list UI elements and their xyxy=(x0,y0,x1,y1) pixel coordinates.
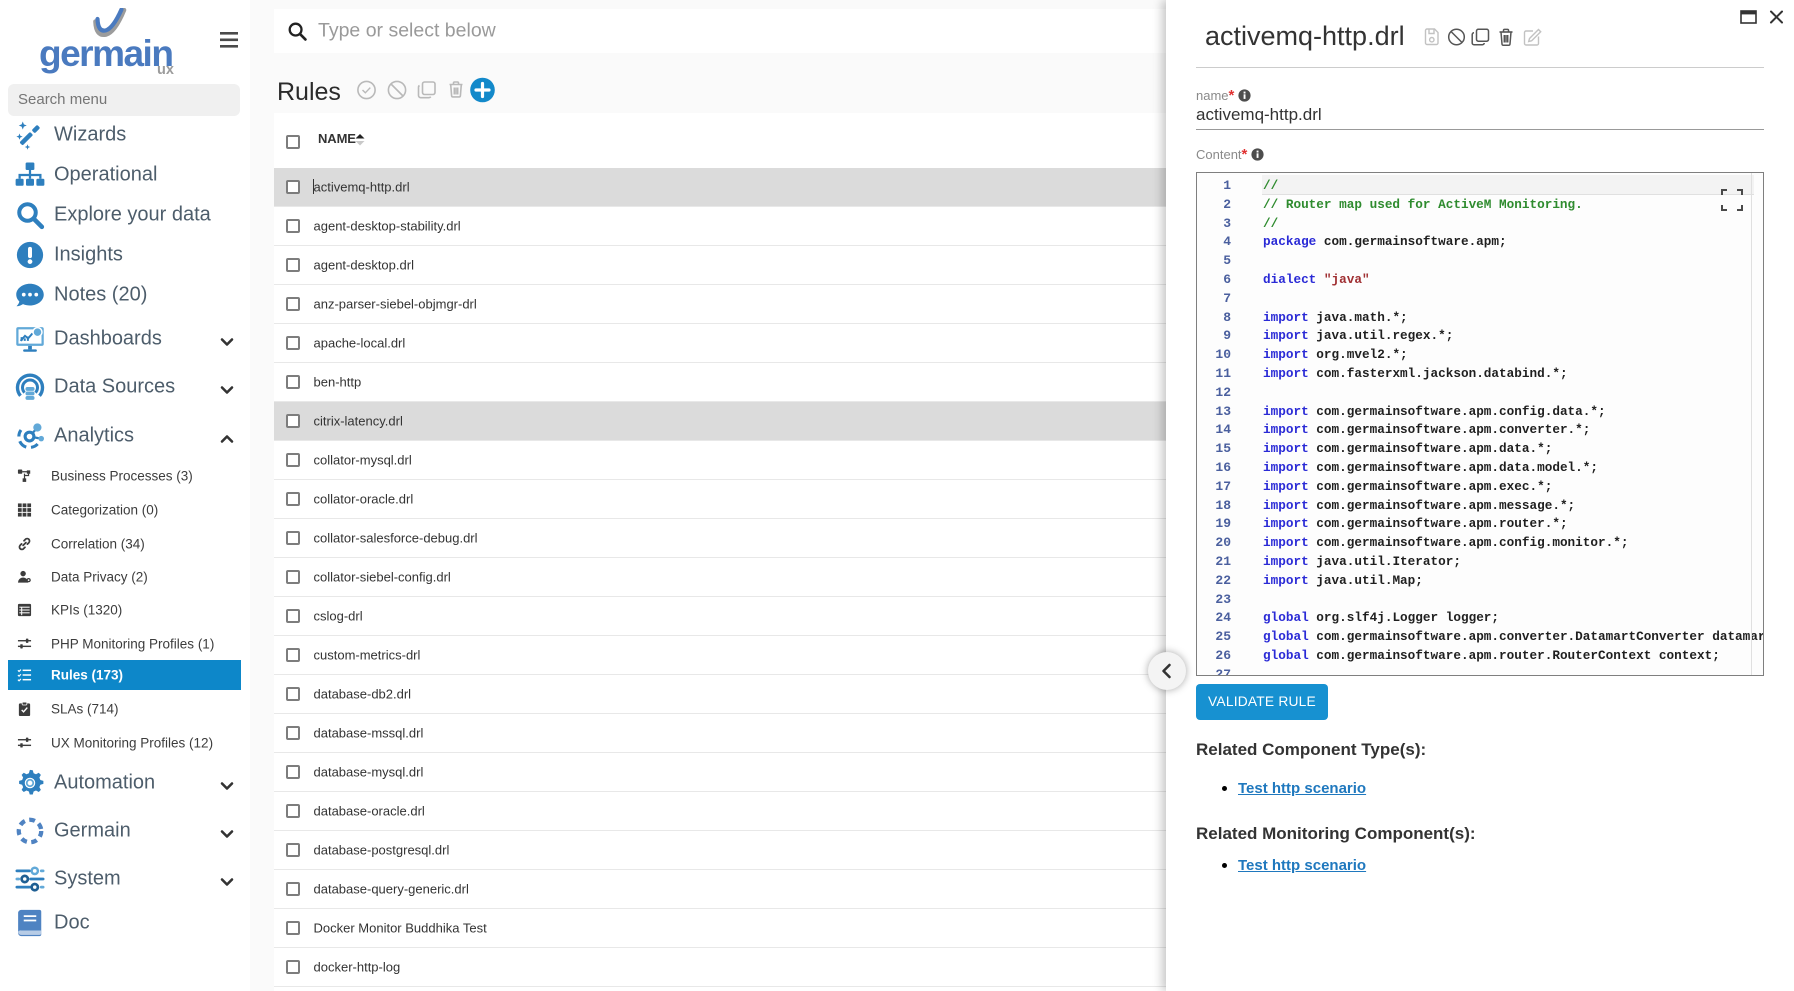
svg-text:ux: ux xyxy=(157,62,174,78)
svg-text:germain: germain xyxy=(39,33,172,74)
